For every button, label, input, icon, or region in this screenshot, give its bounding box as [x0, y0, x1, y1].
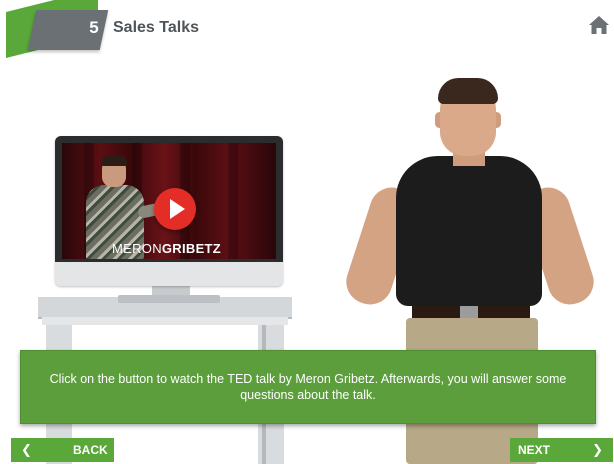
video-thumbnail[interactable]: MERONGRIBETZ [62, 143, 276, 259]
video-monitor: MERONGRIBETZ [55, 136, 283, 286]
back-button-label: BACK [73, 443, 108, 457]
speaker-last-name: GRIBETZ [161, 241, 222, 256]
presenter-hair [438, 78, 498, 104]
chapter-number: 5 [89, 18, 99, 37]
presenter-shirt [396, 156, 542, 306]
speaker-first-name: MERON [112, 241, 162, 256]
monitor-bezel: MERONGRIBETZ [55, 136, 283, 262]
play-icon[interactable] [154, 188, 196, 230]
speaker-hair [101, 155, 127, 166]
slide-header: 5 Sales Talks [0, 0, 614, 60]
page-title: Sales Talks [113, 19, 199, 36]
next-button[interactable]: NEXT ❯ [510, 438, 613, 462]
next-button-label: NEXT [518, 443, 551, 457]
course-slide: 5 Sales Talks MERONGRIBETZ Click on the … [0, 0, 614, 464]
presenter-belt-buckle [460, 306, 478, 318]
back-button[interactable]: ❮ BACK [11, 438, 114, 462]
play-triangle [170, 199, 185, 219]
chevron-left-icon: ❮ [21, 442, 32, 457]
desk-top-edge [42, 317, 288, 325]
curtain-fold [228, 143, 238, 259]
monitor-base [118, 295, 220, 303]
chevron-right-icon: ❯ [592, 442, 603, 457]
instruction-panel: Click on the button to watch the TED tal… [20, 350, 596, 424]
instruction-text: Click on the button to watch the TED tal… [49, 372, 567, 402]
home-icon[interactable] [588, 14, 610, 36]
speaker-name-caption: MERONGRIBETZ [112, 241, 221, 256]
